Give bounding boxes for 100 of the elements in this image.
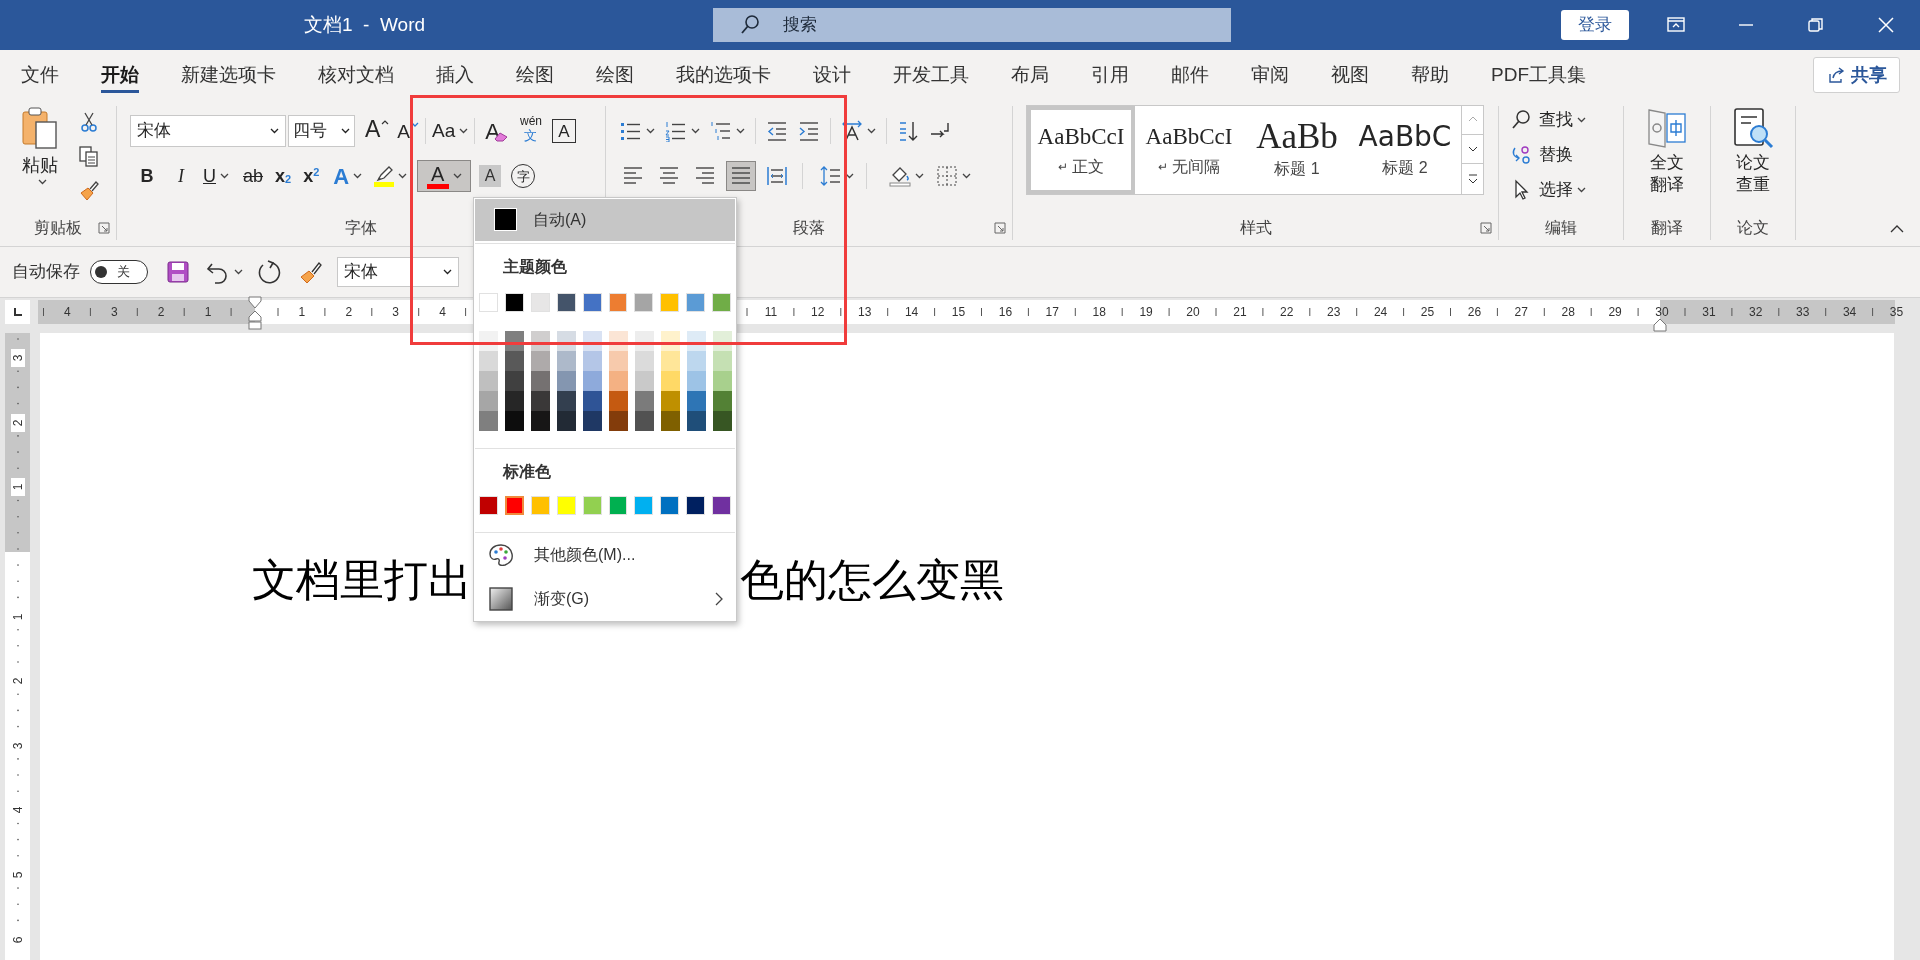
color-swatch[interactable] <box>504 496 524 516</box>
ribbon-tab[interactable]: 文件 <box>0 50 80 100</box>
ribbon-tab[interactable]: 我的选项卡 <box>655 50 792 100</box>
caret-icon <box>37 179 47 185</box>
share-button[interactable]: 共享 <box>1813 57 1900 93</box>
caret-icon <box>459 128 469 134</box>
paintbrush-icon <box>78 179 100 201</box>
character-shading-button[interactable]: A <box>479 165 502 187</box>
align-left-icon <box>622 165 644 187</box>
multilevel-list-icon <box>710 120 732 142</box>
ruler-number: 23 <box>1326 304 1342 320</box>
italic-button[interactable]: I <box>169 161 193 191</box>
bold-button[interactable]: B <box>135 161 159 191</box>
caret-icon <box>867 128 876 134</box>
ruler-number: 3 <box>391 304 401 320</box>
shrink-font-button[interactable]: A <box>397 116 420 146</box>
phonetic-guide-button[interactable]: wén 文 <box>519 115 542 147</box>
find-button[interactable]: 查找 <box>1511 103 1623 136</box>
ruler-number: 16 <box>997 304 1014 320</box>
ruler-number: 3 <box>109 304 119 320</box>
ruler-number: 1 <box>203 304 213 320</box>
ribbon-tab[interactable]: 开始 <box>80 50 160 100</box>
style-name: 正文 <box>1072 157 1104 177</box>
search-icon <box>1511 108 1533 131</box>
clipboard-icon <box>20 106 60 150</box>
ribbon-tab[interactable]: 绘图 <box>495 50 575 100</box>
ribbon-tab[interactable]: 核对文档 <box>297 50 415 100</box>
strikethrough-button[interactable]: ab <box>243 161 264 191</box>
ribbon-tab[interactable]: 绘图 <box>575 50 655 100</box>
ribbon-tab[interactable]: 引用 <box>1070 50 1150 100</box>
style-preview: AaBb <box>1256 119 1338 155</box>
group-label: 编辑 <box>1545 218 1577 238</box>
scissors-icon <box>78 111 100 133</box>
font-color-button[interactable]: A <box>417 160 472 192</box>
launcher-icon <box>98 222 110 234</box>
style-item[interactable]: AaBb 标题 1 <box>1243 106 1351 194</box>
ruler-number: 11 <box>763 304 779 320</box>
menu-item[interactable]: 渐变(G) <box>474 577 736 621</box>
section-heading: 主题颜色 <box>502 256 568 277</box>
ribbon-tab[interactable]: 开发工具 <box>872 50 990 100</box>
translate-button[interactable]: 全文 翻译 <box>1635 106 1699 206</box>
login-button[interactable]: 登录 <box>1561 10 1629 40</box>
group-label: 段落 <box>793 218 825 238</box>
paste-button[interactable]: 粘贴 <box>14 106 66 202</box>
ruler-number: 27 <box>1513 304 1529 320</box>
section-heading: 标准色 <box>501 461 552 482</box>
underline-button[interactable]: U <box>203 161 229 191</box>
caret-icon <box>452 173 462 179</box>
ribbon-tab[interactable]: 布局 <box>990 50 1070 100</box>
font-size-field[interactable]: 四号 <box>288 115 355 147</box>
ribbon-tab[interactable]: 插入 <box>415 50 495 100</box>
caret-icon <box>646 128 655 134</box>
text-effects-button[interactable]: A <box>333 161 363 191</box>
autosave-label: 自动保存 <box>12 261 80 284</box>
ribbon-tab[interactable]: 视图 <box>1310 50 1390 100</box>
search-field[interactable]: 搜索 <box>713 8 1231 42</box>
ribbon-tab[interactable]: 新建选项卡 <box>160 50 297 100</box>
ruler-number: 32 <box>1748 304 1764 320</box>
ruler-number: 17 <box>1044 304 1060 320</box>
style-name: 标题 1 <box>1274 159 1320 179</box>
ruler-number: 35 <box>1888 304 1905 320</box>
subscript-button[interactable]: x2 <box>275 161 292 191</box>
ribbon-tab[interactable]: 审阅 <box>1230 50 1310 100</box>
autosave-toggle[interactable]: 关 <box>90 260 148 284</box>
style-item[interactable]: AaBbCcI ↵ 正文 <box>1027 106 1135 194</box>
style-item[interactable]: AaBbC 标题 2 <box>1351 106 1459 194</box>
paragraph-mark: ↵ <box>1058 159 1068 176</box>
font-name-field[interactable]: 宋体 <box>337 257 459 287</box>
ribbon-tab[interactable]: 邮件 <box>1150 50 1230 100</box>
caret-icon <box>234 269 243 275</box>
ribbon-tab[interactable]: PDF工具集 <box>1470 50 1607 100</box>
grow-font-button[interactable]: A <box>365 116 390 146</box>
ribbon-tab[interactable]: 帮助 <box>1390 50 1470 100</box>
justify-button[interactable] <box>726 161 756 191</box>
ruler-number: 29 <box>1607 304 1623 320</box>
caret-icon <box>220 173 229 179</box>
ribbon-tab[interactable]: 设计 <box>792 50 872 100</box>
group-label: 样式 <box>1239 218 1272 238</box>
share-icon <box>1826 66 1845 84</box>
style-item[interactable]: AaBbCcI ↵ 无间隔 <box>1135 106 1243 194</box>
select-button[interactable]: 选择 <box>1511 173 1623 206</box>
ruler-number: 20 <box>1185 304 1201 320</box>
menu-item[interactable]: 自动(A) <box>475 199 735 241</box>
tab-selector-button[interactable] <box>5 300 30 324</box>
palette-icon <box>488 543 514 568</box>
change-case-button[interactable]: Aa <box>432 116 469 146</box>
paper-check-button[interactable]: 论文 查重 <box>1721 106 1785 206</box>
dialog-launcher-button[interactable] <box>994 222 1007 235</box>
dialog-launcher-button[interactable] <box>1480 222 1493 235</box>
ruler-number: 4 <box>63 304 72 320</box>
character-border-button[interactable]: A <box>552 119 576 143</box>
ruler-number: 18 <box>1091 304 1107 320</box>
replace-button[interactable]: 替换 <box>1511 138 1623 171</box>
chevron-up-icon <box>1890 224 1904 233</box>
paint-bucket-icon <box>889 165 911 187</box>
font-name-field[interactable]: 宋体 <box>130 115 286 147</box>
dialog-launcher-button[interactable] <box>98 222 111 235</box>
document-text: 文档里打出 <box>252 555 472 607</box>
menu-item[interactable]: 其他颜色(M)... <box>474 533 736 578</box>
caret-icon <box>962 173 971 179</box>
